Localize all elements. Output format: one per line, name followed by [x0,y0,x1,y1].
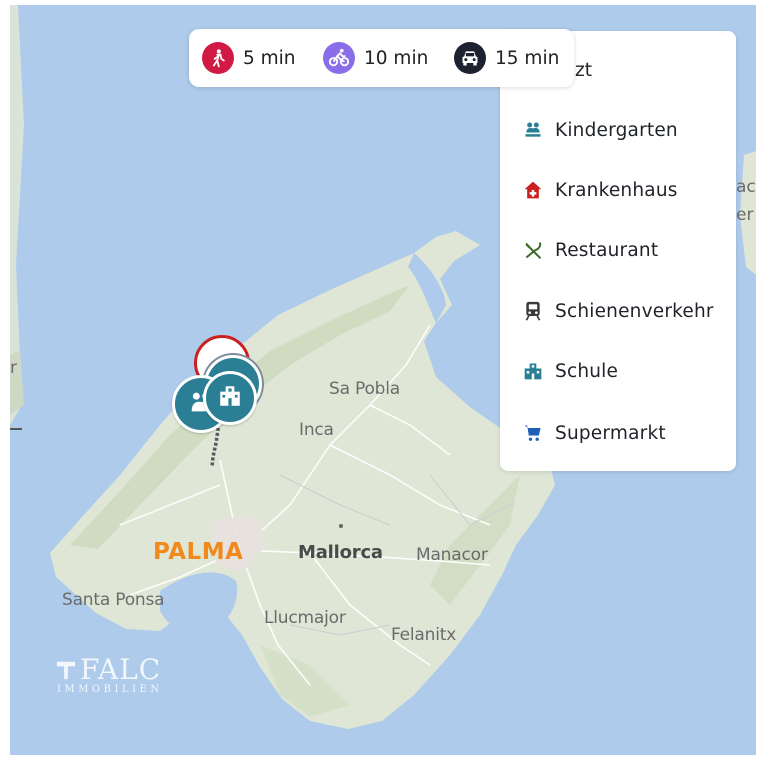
school-icon [217,383,243,413]
place-label-santa-ponsa: Santa Ponsa [62,590,165,610]
poi-item-restaurant[interactable]: Restaurant [522,236,658,264]
school-icon [522,360,544,382]
map-screenshot: Sa Pobla Inca PALMA Mallorca Manacor San… [0,0,766,760]
place-label-felanitx: Felanitx [391,625,457,645]
poi-item-label: Kindergarten [555,119,678,141]
travel-time-bar: 5 min 10 min 15 min [189,29,574,87]
place-label-llucmajor: Llucmajor [264,608,346,628]
restaurant-icon [522,239,544,261]
travel-mode-car[interactable]: 15 min [454,41,559,75]
falc-logo-icon [56,661,76,679]
walking-person-icon [202,42,234,74]
poi-item-label: Krankenhaus [555,179,678,201]
travel-mode-label: 15 min [495,47,560,69]
hospital-icon [522,179,544,201]
train-icon [522,300,544,322]
place-label-mallorca: Mallorca [298,542,383,563]
travel-mode-label: 10 min [364,47,429,69]
travel-mode-walk[interactable]: 5 min [202,41,296,75]
poi-category-panel: zt Kindergarten Krankenhaus Restaurant S… [500,31,736,471]
travel-mode-bike[interactable]: 10 min [323,41,428,75]
travel-mode-label: 5 min [243,47,296,69]
edge-label-fragment: er [736,205,754,225]
place-label-sa-pobla: Sa Pobla [329,379,400,399]
poi-item-krankenhaus[interactable]: Krankenhaus [522,176,678,204]
bicycle-icon [323,42,355,74]
edge-label-fragment: ac [736,177,756,197]
car-icon [454,42,486,74]
poi-item-kindergarten[interactable]: Kindergarten [522,116,678,144]
poi-item-partial-label[interactable]: zt [575,60,592,81]
falc-immobilien-logo: FALC IMMOBILIEN [55,653,163,695]
place-label-inca: Inca [299,420,334,440]
place-label-palma: PALMA [153,539,244,565]
edge-label-fragment: r [10,358,17,378]
shopping-cart-icon [522,422,544,444]
poi-item-label: Supermarkt [555,422,666,444]
poi-item-label: Restaurant [555,239,659,261]
poi-item-schienenverkehr[interactable]: Schienenverkehr [522,297,714,325]
poi-item-label: Schule [555,360,619,382]
poi-item-schule[interactable]: Schule [522,357,618,385]
poi-item-label: Schienenverkehr [555,300,714,322]
place-label-manacor: Manacor [416,545,488,565]
logo-sub-text: IMMOBILIEN [57,684,163,695]
kindergarten-icon [522,119,544,141]
poi-item-supermarkt[interactable]: Supermarkt [522,419,666,447]
logo-brand-text: FALC [80,653,162,686]
school-marker[interactable] [203,371,257,425]
